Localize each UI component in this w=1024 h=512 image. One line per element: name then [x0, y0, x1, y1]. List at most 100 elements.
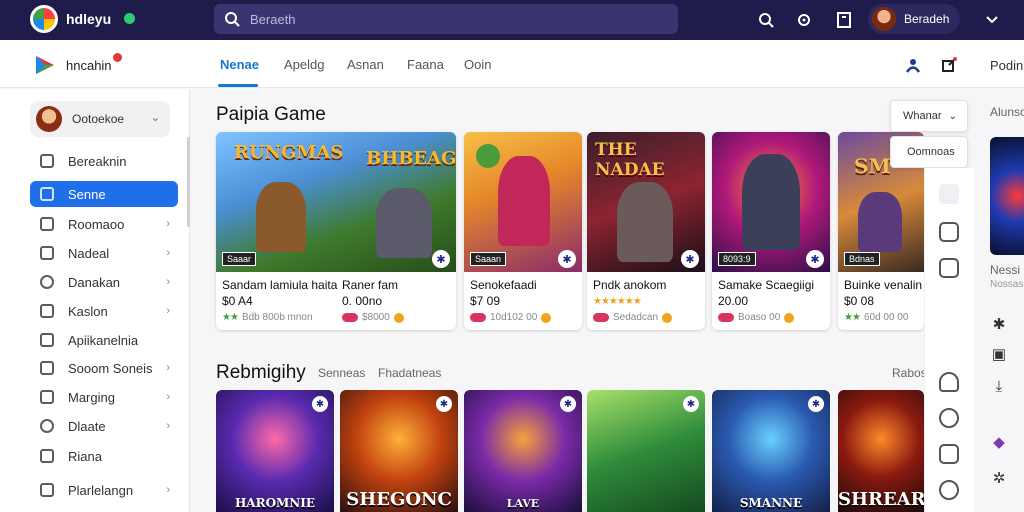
sidebar-item-riana[interactable]: Riana	[30, 443, 178, 469]
section-title-recommended: Rebmigihy	[216, 362, 306, 383]
game-price: $7 09	[470, 294, 501, 308]
meta-text: 10d102 00	[490, 312, 538, 323]
game-art: THE NADAE ✱	[587, 132, 705, 272]
favorite-icon[interactable]: ✱	[683, 396, 699, 412]
section-more-link[interactable]: Rabos	[892, 366, 927, 380]
favorite-icon[interactable]: ✱	[312, 396, 328, 412]
tab-other[interactable]: Ooin	[464, 57, 491, 72]
coin-icon	[393, 312, 404, 323]
game-card[interactable]: SHREAR	[838, 390, 924, 512]
character-figure	[742, 154, 800, 250]
game-card[interactable]: Saaan ✱ Senokefaadi $7 09 10d102 00	[464, 132, 582, 330]
sidebar-item-kaslon[interactable]: Kaslon ›	[30, 298, 178, 324]
sidebar-item-danakan[interactable]: Danakan ›	[30, 269, 178, 295]
user-name: Beradeh	[904, 12, 950, 26]
search-icon	[225, 12, 240, 27]
section-subtab[interactable]: Senneas	[318, 366, 365, 380]
chevron-right-icon: ›	[166, 391, 170, 403]
sidebar-item-platforms[interactable]: Plarlelangn ›	[30, 477, 178, 503]
sidebar-item-update[interactable]: Dlaate ›	[30, 413, 178, 439]
sidebar-item-label: Kaslon	[68, 303, 108, 319]
game-price: 0. 00no	[342, 294, 383, 308]
sidebar-item-marging[interactable]: Marging ›	[30, 384, 178, 410]
bell-icon[interactable]	[939, 372, 959, 392]
nav-right-label[interactable]: Podin	[990, 58, 1023, 73]
cube-icon[interactable]: ◆	[990, 433, 1008, 451]
sidebar-item-apps[interactable]: Apiikanelnia	[30, 327, 178, 353]
favorite-icon[interactable]: ✱	[558, 250, 576, 268]
game-price: $0 08	[844, 294, 875, 308]
game-card[interactable]: ✱	[587, 390, 705, 512]
game-card[interactable]: HAROMNIE ✱	[216, 390, 334, 512]
game-logo-text: BHBEAG	[366, 148, 456, 169]
active-tab-indicator	[218, 84, 258, 87]
sidebar-item-label: Roomaoo	[68, 216, 125, 232]
favorite-icon[interactable]: ✱	[681, 250, 699, 268]
minus-icon[interactable]	[939, 184, 959, 204]
game-card[interactable]: LAVE ✱	[464, 390, 582, 512]
user-menu[interactable]: Beradeh	[868, 4, 960, 34]
sidebar-item-new[interactable]: Nadeal ›	[30, 240, 178, 266]
brand-name: hdleyu	[66, 11, 112, 27]
game-card[interactable]: THE NADAE ✱ Pndk anokom ★★★★★★ Sedadcan	[587, 132, 705, 330]
sidebar-item-recommended[interactable]: Roomaoo ›	[30, 211, 178, 237]
search-icon[interactable]	[756, 10, 776, 30]
game-logo-text: RUNGMAS	[234, 142, 344, 163]
sidebar-item-label: Plarlelangn	[68, 482, 134, 498]
image-icon[interactable]: ▣	[990, 345, 1008, 363]
sidebar-item-browse[interactable]: Bereaknin	[30, 148, 178, 174]
share-icon[interactable]	[940, 56, 958, 74]
sidebar-item-social[interactable]: Sooom Soneis ›	[30, 355, 178, 381]
tablet-icon[interactable]	[939, 444, 959, 464]
device-icon	[40, 483, 54, 497]
emoji-icon[interactable]	[939, 480, 959, 500]
sidebar-item-label: Marging	[68, 389, 115, 405]
game-logo-text: SHREAR	[838, 489, 924, 510]
person-icon[interactable]	[904, 56, 922, 74]
square-icon[interactable]	[939, 222, 959, 242]
game-meta: $8000	[342, 312, 404, 323]
featured-art[interactable]	[990, 137, 1024, 255]
meta-text: Bdb 800b mnon	[241, 312, 313, 323]
favorite-icon[interactable]: ✱	[432, 250, 450, 268]
game-title: Raner fam	[342, 278, 399, 292]
game-logo-text: HAROMNIE	[234, 496, 316, 510]
app-logo[interactable]	[30, 5, 58, 33]
favorite-icon[interactable]: ✱	[436, 396, 452, 412]
image-icon[interactable]	[939, 258, 959, 278]
folder-icon	[40, 217, 54, 231]
game-logo-text: SMANNE	[739, 496, 803, 510]
sidebar: Ootoekoe ⌄ Bereaknin Senne Roomaoo › Nade…	[0, 89, 190, 512]
tab-fame[interactable]: Faana	[407, 57, 444, 72]
scrollbar[interactable]	[187, 137, 190, 227]
section-subtab[interactable]: Fhadatneas	[378, 366, 441, 380]
star-icon[interactable]: ✱	[990, 315, 1008, 333]
sidebar-item-games[interactable]: Senne	[30, 181, 178, 207]
smile-icon[interactable]	[939, 408, 959, 428]
sort-option[interactable]: Oomnoas	[890, 136, 968, 168]
heart-icon	[40, 449, 54, 463]
download-icon[interactable]: ⤓	[990, 377, 1008, 395]
favorite-icon[interactable]: ✱	[806, 250, 824, 268]
tab-home[interactable]: Nenae	[220, 57, 259, 72]
tab-asian[interactable]: Asnan	[347, 57, 384, 72]
game-card[interactable]: SMANNE ✱	[712, 390, 830, 512]
game-card[interactable]: RUNGMAS BHBEAG Saaar ✱ Sandam lamiula ha…	[216, 132, 456, 330]
expand-icon[interactable]	[982, 10, 1002, 30]
favorite-icon[interactable]: ✱	[808, 396, 824, 412]
game-card[interactable]: 8093:9 ✱ Samake Scaegiigi 20.00 Boaso 00	[712, 132, 830, 330]
play-logo-icon[interactable]	[34, 54, 56, 76]
profile-selector[interactable]: Ootoekoe ⌄	[30, 101, 170, 137]
chevron-down-icon: ⌄	[948, 110, 957, 122]
gamepad-icon	[40, 187, 54, 201]
tab-apps[interactable]: Apeldg	[284, 57, 324, 72]
search-input[interactable]: Beraeth	[214, 4, 678, 34]
document-icon[interactable]	[834, 10, 854, 30]
sort-dropdown[interactable]: Whanar ⌄	[890, 100, 968, 132]
favorite-icon[interactable]: ✱	[560, 396, 576, 412]
settings-icon[interactable]: ✲	[990, 469, 1008, 487]
settings-icon[interactable]	[794, 10, 814, 30]
game-card[interactable]: SHEGONC ✱	[340, 390, 458, 512]
rating-stars: ★★	[844, 312, 861, 323]
meta-text: Boaso 00	[738, 312, 781, 323]
